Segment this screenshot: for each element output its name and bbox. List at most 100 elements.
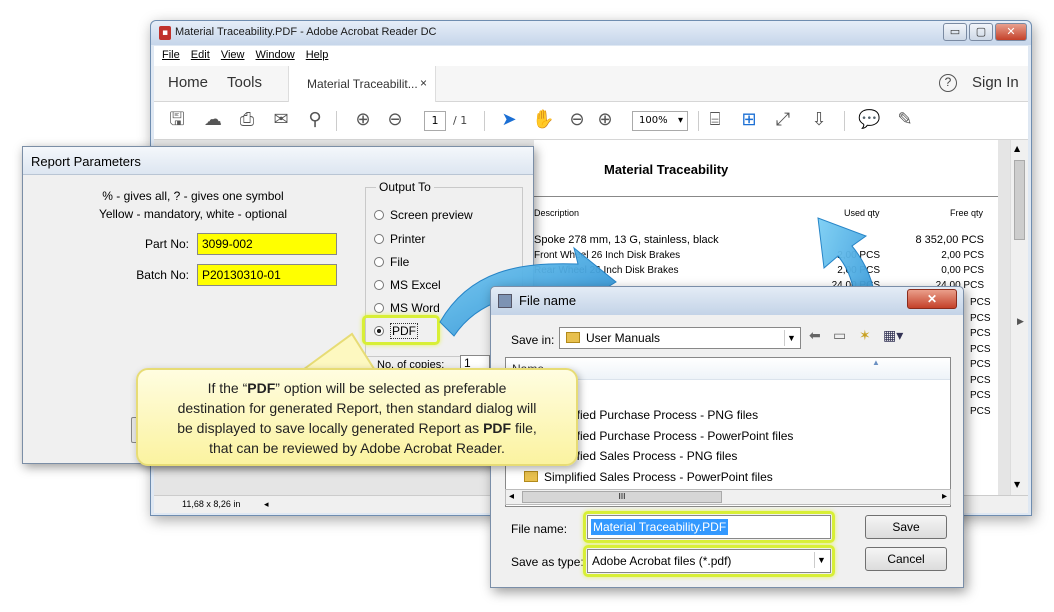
menu-view[interactable]: View [221,49,245,61]
up-folder-icon[interactable]: ▭ [833,327,846,344]
part-no-input[interactable]: 3099-002 [197,233,337,255]
search-icon[interactable]: ⚲ [304,109,326,131]
select-cursor-icon[interactable]: ➤ [498,109,520,131]
sign-icon[interactable]: ✎ [894,109,916,131]
minimize-button[interactable]: ▭ [943,23,967,41]
save-button[interactable]: Save [865,515,947,539]
close-tab-icon[interactable]: × [420,76,427,90]
email-icon[interactable]: ✉ [270,109,292,131]
tab-document-label: Material Traceabilit... [307,77,418,91]
scroll-down-icon[interactable]: ▼ [1014,480,1020,489]
table-row: Front Wheel 26 Inch Disk Brakes 2,00 PCS… [534,250,984,261]
zoom-out-icon[interactable]: ⊖ [566,109,588,131]
unit-column: PCS PCS PCS PCS PCS PCS PCS PCS [970,297,991,417]
callout-line-4: that can be reviewed by Adobe Acrobat Re… [209,440,505,456]
radio-ms-excel[interactable]: MS Excel [374,278,441,292]
page-down-icon[interactable]: ⊖ [384,109,406,131]
full-screen-icon[interactable]: ⤢ [772,109,794,131]
upload-icon[interactable]: ☁ [202,109,224,131]
output-to-legend: Output To [376,180,434,194]
file-name-label: File name: [511,522,568,536]
save-type-highlight [583,545,835,577]
col-used-qty: Used qty [844,208,880,218]
close-button[interactable]: ✕ [995,23,1027,41]
divider [534,196,998,197]
tab-document[interactable]: Material Traceabilit... × [288,66,436,102]
window-title: Material Traceability.PDF - Adobe Acroba… [175,26,437,38]
toolbar-divider [336,111,337,131]
chevron-down-icon: ▼ [784,330,798,346]
acrobat-toolbar: 🖫 ☁ ⎙ ✉ ⚲ ⊕ ⊖ 1 / 1 ➤ ✋ ⊖ ⊕ 100% ▾ ⌸ ⊞ ⤢… [154,102,1028,140]
scroll-left-icon[interactable]: ◂ [509,491,514,502]
radio-screen-preview[interactable]: Screen preview [374,208,473,222]
radio-circle-icon [374,210,384,220]
toolbar-divider [844,111,845,131]
scroll-right-icon[interactable]: ▸ [942,491,947,502]
sort-up-icon: ▲ [872,358,880,367]
menu-help[interactable]: Help [306,49,329,61]
file-name-highlight [583,511,835,543]
dialog-icon [498,294,512,308]
callout-tooltip: If the “PDF” option will be selected as … [136,368,578,466]
callout-line-3: be displayed to save locally generated R… [177,420,537,436]
tab-tools[interactable]: Tools [227,74,262,91]
scrollbar-thumb[interactable]: III [522,491,722,503]
callout-line-1: If the “PDF” option will be selected as … [207,380,507,396]
expand-panel-icon[interactable]: ▶ [1017,317,1024,327]
zoom-select[interactable]: 100% ▾ [632,111,688,131]
fit-width-icon[interactable]: ⊞ [738,109,760,131]
menu-window[interactable]: Window [256,49,295,61]
sign-in-link[interactable]: Sign In [972,74,1019,91]
page-number-input[interactable]: 1 [424,111,446,131]
list-item[interactable]: Simplified Sales Process - PowerPoint fi… [524,470,773,484]
chevron-down-icon: ▾ [677,115,683,126]
radio-circle-icon [374,234,384,244]
tab-bar: Home Tools Material Traceabilit... × ? S… [154,66,1028,102]
radio-printer[interactable]: Printer [374,232,425,246]
batch-no-input[interactable]: P20130310-01 [197,264,337,286]
save-icon[interactable]: 🖫 [166,109,188,131]
pdf-highlight [362,315,440,345]
horizontal-scrollbar[interactable]: ◂ III ▸ [505,489,951,505]
save-in-select[interactable]: User Manuals ▼ [559,327,801,349]
scroll-up-icon[interactable]: ▲ [1014,144,1020,153]
folder-icon [524,471,538,482]
zoom-in-icon[interactable]: ⊕ [594,109,616,131]
page-up-icon[interactable]: ⊕ [352,109,374,131]
col-description: Description [534,208,580,218]
help-icon[interactable]: ? [939,74,957,92]
view-menu-icon[interactable]: ▦▾ [883,327,903,344]
cancel-button[interactable]: Cancel [865,547,947,571]
print-icon[interactable]: ⎙ [236,109,258,131]
screenshot-stage: ▪ Material Traceability.PDF - Adobe Acro… [0,0,1054,612]
new-folder-icon[interactable]: ✶ [859,327,871,344]
scroll-mode-icon[interactable]: ⇩ [808,109,830,131]
scroll-left-icon[interactable]: ◂ [264,499,269,510]
toolbar-divider [698,111,699,131]
maximize-button[interactable]: ▢ [969,23,993,41]
radio-file[interactable]: File [374,255,409,269]
menu-edit[interactable]: Edit [191,49,210,61]
radio-circle-icon [374,257,384,267]
file-dialog-title: File name [519,293,577,308]
batch-no-label: Batch No: [136,268,189,282]
save-type-label: Save as type: [511,555,584,569]
tab-home[interactable]: Home [168,74,208,91]
close-icon[interactable]: ✕ [907,289,957,309]
comment-icon[interactable]: 💬 [858,109,880,131]
part-no-label: Part No: [144,237,189,251]
hand-tool-icon[interactable]: ✋ [532,109,554,131]
radio-circle-icon [374,280,384,290]
zoom-value: 100% [639,115,668,126]
menu-file[interactable]: File [162,49,180,61]
radio-ms-word[interactable]: MS Word [374,301,440,315]
fit-page-icon[interactable]: ⌸ [704,109,726,131]
back-icon[interactable]: ⬅ [809,327,821,344]
scrollbar-thumb[interactable] [1014,160,1025,240]
pdf-icon: ▪ [159,26,171,40]
hint-colors: Yellow - mandatory, white - optional [98,207,288,221]
acrobat-titlebar: ▪ Material Traceability.PDF - Adobe Acro… [151,21,1031,45]
toolbar-divider [484,111,485,131]
menu-bar: File Edit View Window Help [154,46,1028,66]
folder-icon [566,332,580,343]
